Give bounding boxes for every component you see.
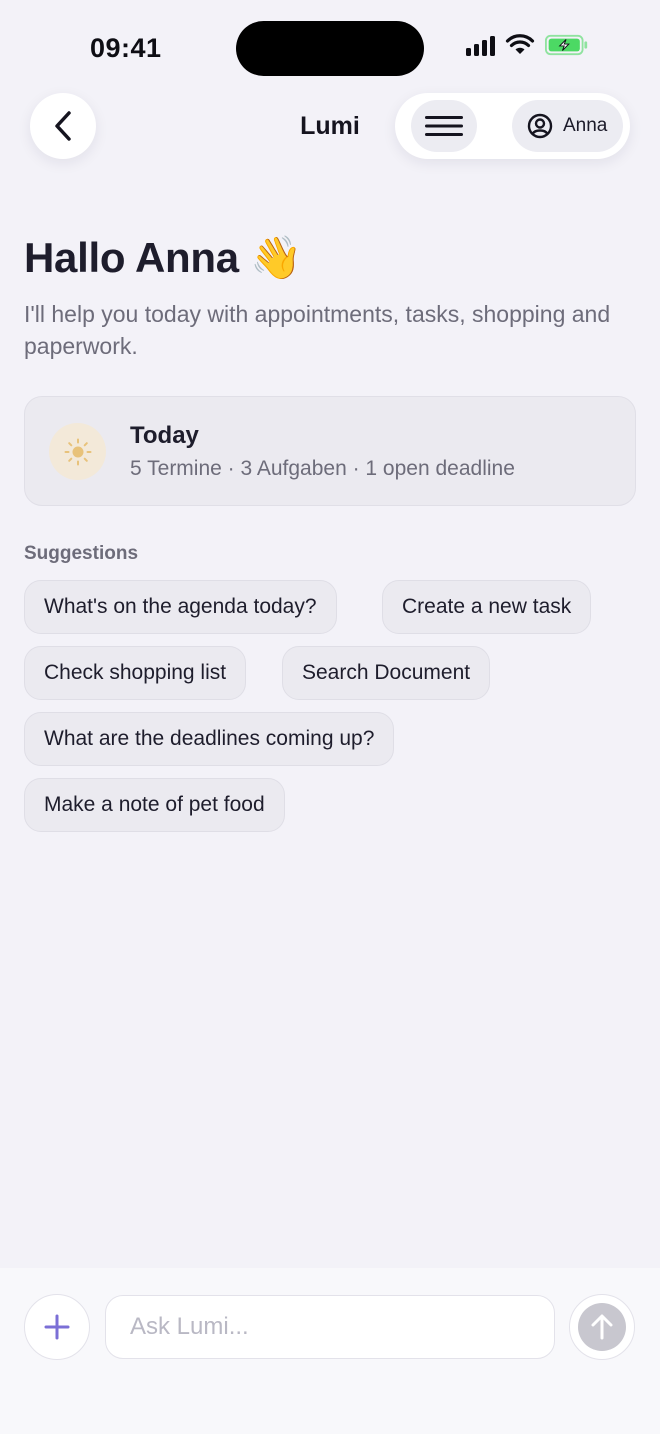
today-card[interactable]: Today 5 Termine · 3 Aufgaben · 1 open de…	[24, 396, 636, 506]
account-name: Anna	[563, 115, 608, 136]
menu-icon	[425, 116, 463, 136]
battery-icon	[545, 34, 588, 56]
suggestion-chip[interactable]: Create a new task	[382, 580, 592, 634]
suggestion-chip[interactable]: What's on the agenda today?	[24, 580, 337, 634]
send-button-inner	[578, 1303, 626, 1351]
signal-icon	[466, 34, 495, 56]
back-button[interactable]	[30, 93, 96, 159]
attach-button[interactable]	[24, 1294, 90, 1360]
sun-badge	[49, 423, 106, 480]
wifi-icon	[505, 34, 535, 54]
greeting-subtitle: I'll help you today with appointments, t…	[24, 301, 611, 359]
suggestion-chip[interactable]: Check shopping list	[24, 646, 247, 700]
arrow-up-icon	[591, 1314, 613, 1340]
suggestion-chip[interactable]: Search Document	[282, 646, 491, 700]
suggestion-chip[interactable]: Make a note of pet food	[24, 778, 285, 832]
suggestions-label: Suggestions	[24, 543, 139, 564]
status-time: 09:41	[90, 33, 162, 63]
app-title: Lumi	[300, 112, 360, 140]
status-bar: 09:41	[0, 0, 660, 90]
account-button[interactable]: Anna	[512, 100, 623, 152]
today-summary: 5 Termine · 3 Aufgaben · 1 open deadline	[130, 457, 515, 480]
status-icons	[466, 34, 589, 56]
greeting-title: Hallo Anna 👋	[24, 234, 303, 281]
sun-icon	[64, 438, 91, 465]
nav-actions: Anna	[395, 93, 630, 159]
back-chevron-icon	[55, 111, 71, 141]
ask-input[interactable]	[105, 1295, 555, 1359]
menu-button[interactable]	[411, 100, 477, 152]
suggestion-chip[interactable]: What are the deadlines coming up?	[24, 712, 395, 766]
today-title: Today	[130, 422, 199, 449]
user-circle-icon	[527, 113, 553, 139]
plus-icon	[44, 1314, 70, 1340]
dynamic-island	[236, 21, 424, 76]
send-button[interactable]	[569, 1294, 635, 1360]
